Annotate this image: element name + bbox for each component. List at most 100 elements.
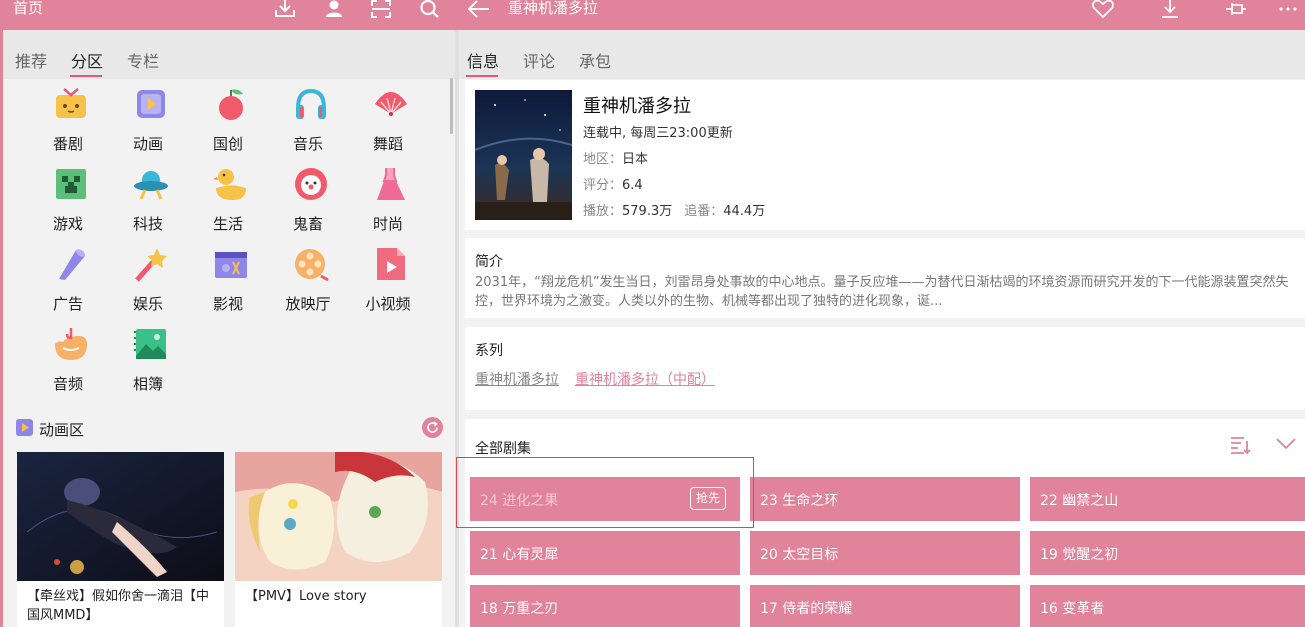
zone-kichiku[interactable]: 鬼畜 bbox=[273, 160, 343, 233]
album-icon bbox=[134, 329, 166, 359]
zone-life[interactable]: 生活 bbox=[193, 160, 263, 233]
zone-label: 科技 bbox=[132, 215, 163, 233]
series-link-dub[interactable]: 重神机潘多拉（中配） bbox=[575, 369, 715, 389]
anime-poster[interactable] bbox=[475, 90, 572, 220]
right-header-bar: 重神机潘多拉 bbox=[455, 0, 1305, 30]
early-access-badge: 抢先 bbox=[689, 487, 726, 510]
series-heading: 系列 bbox=[475, 343, 503, 359]
zone-label: 动画 bbox=[132, 135, 163, 153]
video-thumbnail bbox=[17, 452, 224, 581]
tv-icon bbox=[56, 88, 86, 118]
zone-label: 音乐 bbox=[292, 135, 323, 153]
episode-button[interactable]: 24 进化之果 抢先 bbox=[470, 477, 740, 521]
right-tab-bar: 信息 评论 承包 bbox=[459, 30, 1305, 79]
zone-audio[interactable]: 音频 bbox=[33, 320, 103, 393]
megaphone-icon bbox=[59, 249, 85, 280]
tab-comments[interactable]: 评论 bbox=[523, 48, 555, 72]
episode-label: 22 幽禁之山 bbox=[1040, 493, 1119, 509]
zone-guochuang[interactable]: 国创 bbox=[193, 80, 263, 153]
video-card[interactable]: 【PMV】Love story bbox=[235, 452, 442, 627]
episode-label: 20 太空目标 bbox=[760, 547, 839, 563]
zone-animation[interactable]: 动画 bbox=[113, 80, 183, 153]
tab-columns[interactable]: 专栏 bbox=[127, 48, 159, 72]
magic-wand-icon bbox=[135, 248, 167, 282]
zone-label: 舞蹈 bbox=[372, 135, 403, 153]
zone-label: 相簿 bbox=[132, 375, 163, 393]
zone-game[interactable]: 游戏 bbox=[33, 160, 103, 233]
fan-icon bbox=[375, 92, 407, 116]
episode-button[interactable]: 19 觉醒之初 bbox=[1030, 531, 1305, 575]
headphones-icon bbox=[296, 88, 326, 119]
episode-button[interactable]: 22 幽禁之山 bbox=[1030, 477, 1305, 521]
heart-icon[interactable] bbox=[1089, 0, 1117, 22]
cherry-icon bbox=[219, 89, 243, 120]
zone-cinema[interactable]: 放映厅 bbox=[273, 240, 343, 313]
clapperboard-icon bbox=[215, 252, 247, 278]
video-thumbnail bbox=[235, 452, 442, 581]
intro-text: 2031年，“翔龙危机”发生当日，刘雷昂身处事故的中心地点。量子反应堆——为替代… bbox=[475, 275, 1289, 309]
episode-button[interactable]: 17 侍者的荣耀 bbox=[750, 585, 1020, 627]
tab-zones[interactable]: 分区 bbox=[71, 48, 103, 72]
tab-recommend[interactable]: 推荐 bbox=[15, 48, 47, 72]
episode-label: 23 生命之环 bbox=[760, 493, 839, 509]
zone-label: 番剧 bbox=[52, 135, 83, 153]
episode-label: 19 觉醒之初 bbox=[1040, 547, 1119, 563]
anime-stats: 播放：579.3万 追番：44.4万 bbox=[583, 204, 766, 219]
episode-button[interactable]: 18 万重之刃 bbox=[470, 585, 740, 627]
episode-button[interactable]: 16 变革者 bbox=[1030, 585, 1305, 627]
anime-info-card: 重神机潘多拉 连载中, 每周三23:00更新 地区：日本 评分：6.4 播放：5… bbox=[465, 80, 1305, 230]
zone-label: 影视 bbox=[212, 295, 243, 313]
episodes-heading: 全部剧集 bbox=[475, 441, 531, 457]
episode-button[interactable]: 23 生命之环 bbox=[750, 477, 1020, 521]
scan-icon[interactable] bbox=[367, 0, 395, 22]
download-icon[interactable] bbox=[1156, 0, 1184, 22]
zone-fashion[interactable]: 时尚 bbox=[353, 160, 423, 233]
zone-short-video[interactable]: 小视频 bbox=[353, 240, 423, 313]
play-box-icon bbox=[16, 419, 33, 436]
left-accent-bar bbox=[0, 30, 3, 627]
tab-info[interactable]: 信息 bbox=[467, 48, 499, 72]
detail-title: 重神机潘多拉 bbox=[508, 0, 599, 17]
episode-button[interactable]: 21 心有灵犀 bbox=[470, 531, 740, 575]
refresh-icon bbox=[427, 421, 438, 433]
more-icon[interactable] bbox=[1274, 0, 1302, 22]
series-link[interactable]: 重神机潘多拉 bbox=[475, 369, 559, 389]
zone-film[interactable]: 影视 bbox=[193, 240, 263, 313]
chevron-down-icon[interactable] bbox=[1276, 438, 1296, 450]
zone-tech[interactable]: 科技 bbox=[113, 160, 183, 233]
scrollbar[interactable] bbox=[450, 78, 453, 134]
search-icon[interactable] bbox=[416, 0, 444, 22]
left-tab-bar: 推荐 分区 专栏 bbox=[0, 30, 455, 79]
zone-label: 国创 bbox=[212, 135, 243, 153]
right-pane: 信息 评论 承包 重神机潘多拉 连载中, 每周三23:00更新 地区：日本 评分… bbox=[459, 30, 1305, 627]
download-icon[interactable] bbox=[271, 0, 299, 22]
back-arrow-icon[interactable] bbox=[465, 0, 493, 22]
zone-ad[interactable]: 广告 bbox=[33, 240, 103, 313]
video-card[interactable]: 【牵丝戏】假如你舍一滴泪【中国风MMD】 bbox=[17, 452, 224, 627]
tab-underline bbox=[466, 75, 498, 77]
refresh-button[interactable] bbox=[422, 417, 443, 438]
zone-album[interactable]: 相簿 bbox=[113, 320, 183, 393]
zone-ent[interactable]: 娱乐 bbox=[113, 240, 183, 313]
zone-label: 生活 bbox=[212, 215, 243, 233]
zone-dance[interactable]: 舞蹈 bbox=[353, 80, 423, 153]
intro-card: 简介 2031年，“翔龙危机”发生当日，刘雷昂身处事故的中心地点。量子反应堆——… bbox=[465, 238, 1305, 318]
zone-bangumi[interactable]: 番剧 bbox=[33, 80, 103, 153]
zone-music[interactable]: 音乐 bbox=[273, 80, 343, 153]
sort-icon[interactable] bbox=[1230, 436, 1252, 454]
duck-icon bbox=[213, 169, 246, 200]
episode-button[interactable]: 20 太空目标 bbox=[750, 531, 1020, 575]
episode-label: 24 进化之果 bbox=[480, 493, 559, 509]
anime-status: 连载中, 每周三23:00更新 bbox=[583, 126, 733, 141]
tab-underline bbox=[70, 75, 102, 77]
video-title: 【牵丝戏】假如你舍一滴泪【中国风MMD】 bbox=[27, 589, 210, 623]
pin-icon[interactable] bbox=[1222, 0, 1250, 22]
series-card: 系列 重神机潘多拉 重神机潘多拉（中配） bbox=[465, 327, 1305, 410]
user-icon[interactable] bbox=[320, 0, 348, 22]
anime-rating: 评分：6.4 bbox=[583, 178, 643, 193]
zone-label: 时尚 bbox=[372, 215, 403, 233]
section-title: 动画区 bbox=[39, 421, 85, 439]
episode-label: 17 侍者的荣耀 bbox=[760, 601, 853, 617]
anime-title: 重神机潘多拉 bbox=[583, 96, 691, 117]
tab-sponsor[interactable]: 承包 bbox=[579, 48, 611, 72]
